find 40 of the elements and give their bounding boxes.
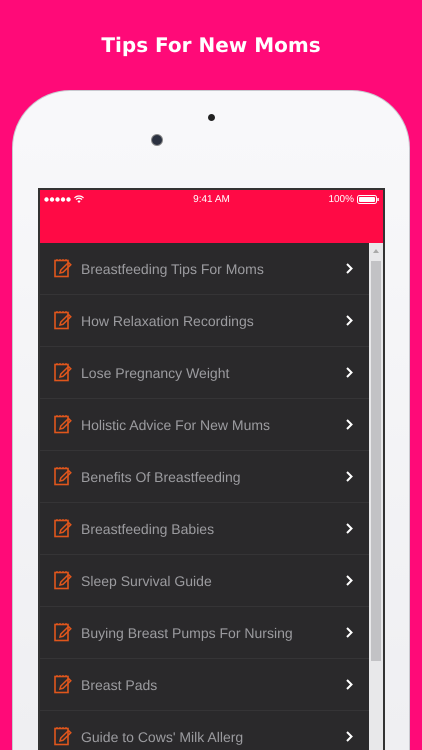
- notepad-pencil-icon: [54, 415, 72, 434]
- chevron-right-icon: [346, 419, 353, 430]
- notepad-pencil-icon: [54, 467, 72, 486]
- wifi-icon: [74, 195, 84, 203]
- notepad-pencil-icon: [54, 259, 72, 278]
- app-title: Tips For New Moms: [101, 33, 321, 57]
- menu-item[interactable]: Breastfeeding Babies: [40, 503, 369, 555]
- scroll-thumb[interactable]: [371, 261, 381, 661]
- sensor-dot: [208, 114, 215, 121]
- menu-item[interactable]: How Relaxation Recordings: [40, 295, 369, 347]
- menu-item[interactable]: Holistic Advice For New Mums: [40, 399, 369, 451]
- chevron-right-icon: [346, 731, 353, 742]
- notepad-pencil-icon: [54, 623, 72, 642]
- notepad-pencil-icon: [54, 571, 72, 590]
- chevron-right-icon: [346, 315, 353, 326]
- battery-percent: 100%: [328, 194, 354, 204]
- menu-item[interactable]: Sleep Survival Guide: [40, 555, 369, 607]
- chevron-right-icon: [346, 471, 353, 482]
- chevron-right-icon: [346, 575, 353, 586]
- chevron-right-icon: [346, 627, 353, 638]
- battery-icon: [357, 194, 380, 204]
- signal-icon: [44, 196, 71, 202]
- scroll-up-icon: [373, 249, 379, 253]
- chevron-right-icon: [346, 367, 353, 378]
- notepad-pencil-icon: [54, 519, 72, 538]
- menu-item[interactable]: Breast Pads: [40, 659, 369, 711]
- notepad-pencil-icon: [54, 727, 72, 746]
- chevron-right-icon: [346, 679, 353, 690]
- menu-item[interactable]: Lose Pregnancy Weight: [40, 347, 369, 399]
- status-time: 9:41 AM: [193, 194, 230, 204]
- notepad-pencil-icon: [54, 675, 72, 694]
- chevron-right-icon: [346, 263, 353, 274]
- menu-item[interactable]: Breastfeeding Tips For Moms: [40, 243, 369, 295]
- scrollbar[interactable]: [369, 243, 383, 750]
- camera-lens: [151, 134, 163, 146]
- notepad-pencil-icon: [54, 311, 72, 330]
- notepad-pencil-icon: [54, 363, 72, 382]
- chevron-right-icon: [346, 523, 353, 534]
- menu-item[interactable]: Benefits Of Breastfeeding: [40, 451, 369, 503]
- menu-item[interactable]: Buying Breast Pumps For Nursing: [40, 607, 369, 659]
